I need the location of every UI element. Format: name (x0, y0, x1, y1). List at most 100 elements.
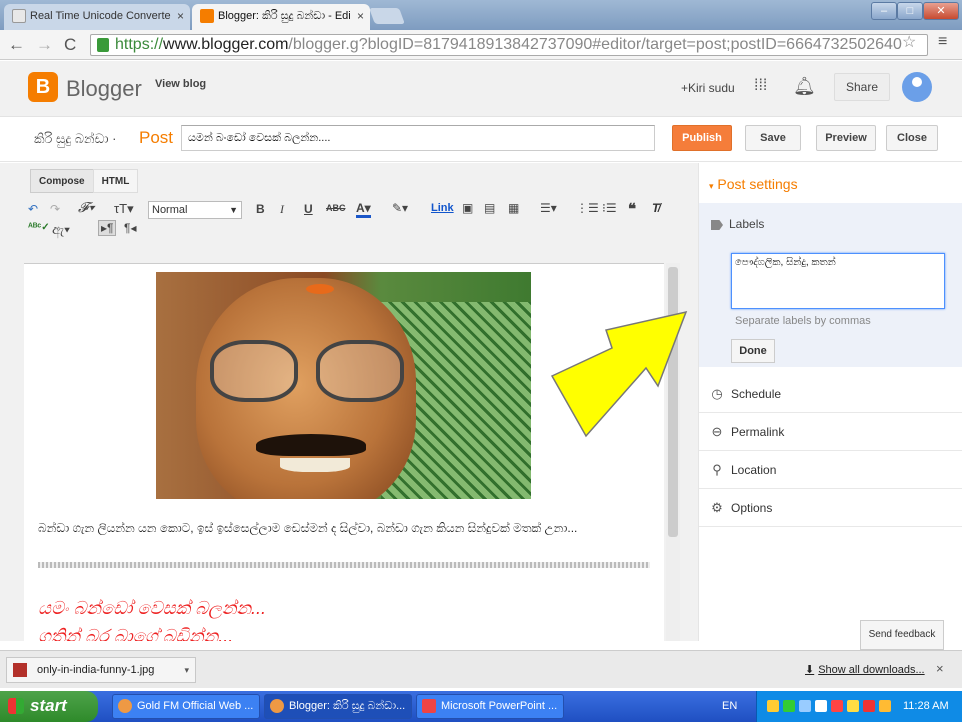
send-feedback-button[interactable]: Send feedback (860, 620, 944, 650)
photo-mustache (256, 434, 366, 456)
format-select[interactable]: Normal ▼ (148, 201, 242, 219)
link-button[interactable]: Link (431, 202, 454, 214)
reload-icon[interactable]: C (64, 35, 76, 55)
jump-break-icon[interactable]: ▦ (508, 201, 519, 215)
show-all-label: Show all downloads... (818, 664, 925, 676)
chevron-down-icon[interactable]: ▾ (184, 658, 189, 682)
view-blog-link[interactable]: View blog (155, 78, 206, 90)
window-close-button[interactable]: ✕ (923, 2, 959, 20)
spellcheck-icon[interactable]: ᴬᴮᶜ✓ (28, 222, 50, 233)
pin-icon: ⚲ (712, 462, 722, 477)
numbered-list-icon[interactable]: ⋮☰ (576, 201, 599, 215)
tab-unicode-converter[interactable]: Real Time Unicode Converte × (4, 4, 190, 30)
security-shield-icon[interactable] (767, 700, 779, 712)
sidebar-item-location[interactable]: ⚲ Location (699, 451, 962, 489)
update-icon[interactable] (847, 700, 859, 712)
avatar[interactable] (902, 72, 932, 102)
input-tools-icon[interactable]: ඇ▾ (52, 221, 70, 238)
window-maximize-button[interactable]: □ (897, 2, 923, 20)
bullet-list-icon[interactable]: ⁝☰ (602, 201, 617, 215)
sidebar-item-schedule[interactable]: ◷ Schedule (699, 375, 962, 413)
labels-hint: Separate labels by commas (735, 315, 871, 327)
align-icon[interactable]: ☰▾ (540, 201, 557, 215)
post-photo[interactable] (156, 272, 531, 499)
url-path: /blogger.g?blogID=8179418913842737090#ed… (288, 36, 902, 53)
show-all-downloads-link[interactable]: ⬇ Show all downloads... (805, 663, 925, 676)
blog-title: කිරි සුදු බන්ඩා · (34, 131, 116, 147)
network-icon[interactable] (783, 700, 795, 712)
tab-blogger[interactable]: Blogger: කිරි සුදු බන්ඩා - Edi × (192, 4, 370, 30)
download-item[interactable]: only-in-india-funny-1.jpg ▾ (6, 657, 196, 683)
system-tray: 11:28 AM (756, 691, 962, 722)
tab-compose[interactable]: Compose (30, 169, 94, 193)
post-settings-heading[interactable]: ▾ Post settings (709, 176, 798, 192)
star-icon[interactable]: ☆ (902, 32, 916, 52)
brand-name[interactable]: Blogger (66, 76, 142, 102)
forward-icon[interactable]: → (36, 35, 53, 55)
redo-icon[interactable]: ↷ (50, 202, 60, 216)
labels-input[interactable]: පෞද්ගලික, සින්දු, කතන් (731, 253, 945, 309)
address-bar[interactable]: https://www.blogger.com/blogger.g?blogID… (90, 34, 928, 56)
close-icon[interactable]: × (936, 661, 944, 676)
post-red-line[interactable]: යමං බන්ඩෝ වෙසක් බලන්න... (38, 598, 266, 619)
clear-formatting-icon[interactable]: T̸ (652, 201, 659, 215)
rtl-icon[interactable]: ¶◂ (124, 221, 136, 235)
tab-html[interactable]: HTML (92, 169, 139, 193)
font-size-icon[interactable]: τT▾ (114, 201, 134, 217)
new-tab-button[interactable] (369, 8, 405, 24)
italic-icon[interactable]: I (280, 202, 284, 217)
ltr-icon[interactable]: ▸¶ (98, 220, 117, 236)
photo-glasses-lens (316, 340, 404, 402)
save-button[interactable]: Save (745, 125, 801, 151)
language-indicator[interactable]: EN (722, 700, 737, 712)
antivirus-icon[interactable] (831, 700, 843, 712)
strikethrough-icon[interactable]: ABC (326, 203, 346, 213)
start-button[interactable]: start (0, 691, 98, 722)
taskbar-item-powerpoint[interactable]: Microsoft PowerPoint ... (416, 694, 564, 719)
volume-icon[interactable] (815, 700, 827, 712)
start-label: start (30, 696, 67, 715)
close-button[interactable]: Close (886, 125, 938, 151)
menu-icon[interactable]: ≡ (938, 33, 947, 51)
tab-close-icon[interactable]: × (177, 4, 184, 28)
share-button[interactable]: Share (834, 73, 890, 101)
sidebar-item-label: Options (731, 501, 773, 515)
post-label: Post (139, 128, 174, 147)
taskbar-item-blogger[interactable]: Blogger: කිරි සුදු බන්ඩා... (264, 694, 412, 719)
done-button[interactable]: Done (731, 339, 775, 363)
bold-icon[interactable]: B (256, 202, 265, 216)
user-profile-link[interactable]: +Kiri sudu (681, 81, 735, 95)
labels-title[interactable]: Labels (729, 217, 764, 231)
post-title-input[interactable]: යමන් බංඩෝ වෙසක් බලන්න.... (181, 125, 655, 151)
image-icon[interactable]: ▣ (462, 201, 473, 215)
text-color-icon[interactable]: A▾ (356, 201, 371, 218)
font-family-icon[interactable]: 𝓕▾ (78, 201, 94, 217)
sidebar-item-options[interactable]: ⚙ Options (699, 489, 962, 527)
quote-icon[interactable]: ❝ (628, 200, 636, 218)
highlight-icon[interactable]: ✎▾ (392, 201, 408, 215)
label-tag-icon (711, 220, 723, 230)
window-minimize-button[interactable]: – (871, 2, 897, 20)
video-icon[interactable]: ▤ (484, 201, 495, 215)
preview-button[interactable]: Preview (816, 125, 876, 151)
underline-icon[interactable]: U (304, 202, 313, 216)
post-red-line[interactable]: ගතින් බර බාගේ බඩින්න... (38, 626, 233, 641)
sidebar-item-permalink[interactable]: ⊖ Permalink (699, 413, 962, 451)
undo-icon[interactable]: ↶ (28, 202, 38, 216)
back-icon[interactable]: ← (8, 35, 25, 55)
apps-grid-icon[interactable]: ⁞⁞⁞ (754, 77, 767, 95)
publish-button[interactable]: Publish (672, 125, 732, 151)
download-bar: only-in-india-funny-1.jpg ▾ ⬇ Show all do… (0, 650, 962, 688)
alert-icon[interactable] (863, 700, 875, 712)
blogger-logo-icon[interactable]: B (28, 72, 58, 102)
photo-face (196, 278, 416, 499)
annotation-arrow-shape (550, 310, 688, 438)
post-paragraph[interactable]: බන්ඩා ගැන ලියන්න යන කොට, ඉස් ඉස්සෙල්ලාම … (38, 518, 648, 538)
bell-icon[interactable]: 🔔︎ (793, 76, 816, 97)
url-domain: www.blogger.com (163, 36, 289, 53)
tray-app-icon[interactable] (879, 700, 891, 712)
tab-close-icon[interactable]: × (357, 4, 364, 28)
taskbar-item-gold-fm[interactable]: Gold FM Official Web ... (112, 694, 260, 719)
tab-label: Blogger: කිරි සුදු බන්ඩා - Edi (218, 10, 351, 22)
bluetooth-icon[interactable] (799, 700, 811, 712)
